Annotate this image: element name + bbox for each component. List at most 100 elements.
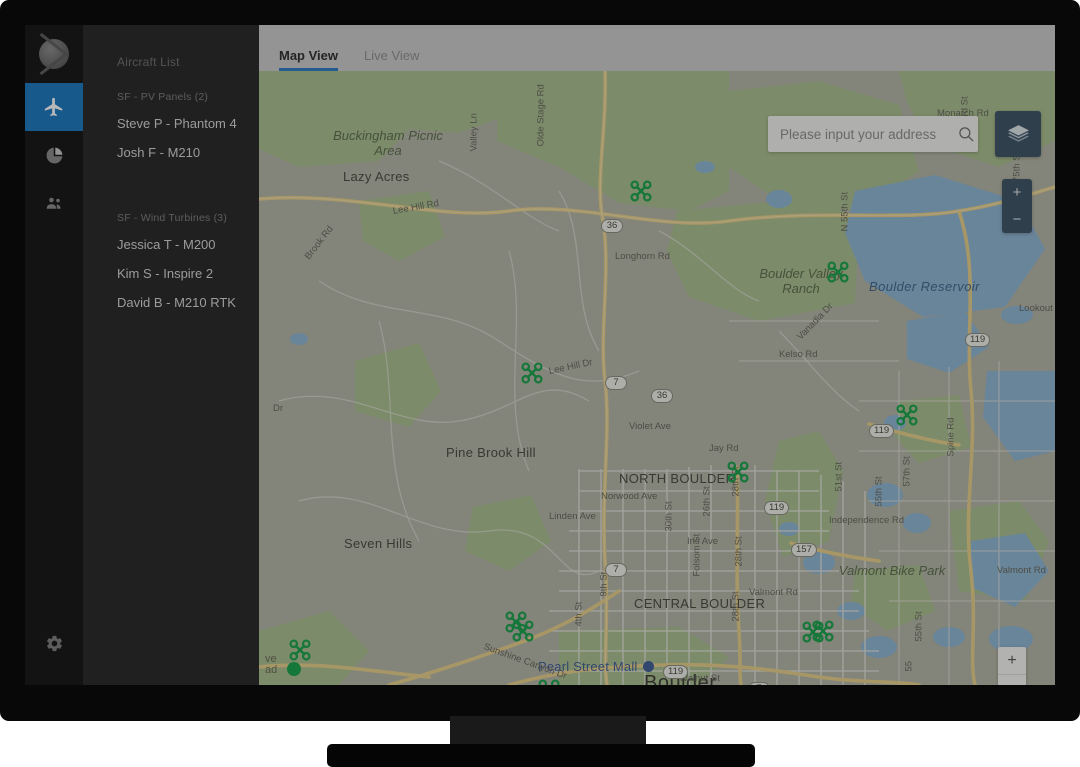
highway-shield: 119 (965, 333, 990, 347)
highway-shield: 36 (601, 219, 623, 233)
aircraft-list-item[interactable]: Jessica T - M200 (83, 224, 259, 253)
map-canvas (259, 71, 1055, 685)
drone-marker[interactable] (827, 261, 849, 283)
map-label: NORTH BOULDER (619, 471, 735, 486)
map-street-label: Spine Rd (946, 417, 957, 456)
airplane-icon (43, 96, 65, 118)
map-street-label: N 55th St (840, 192, 851, 232)
map-street-label: 51st St (834, 462, 845, 492)
search-input[interactable] (780, 127, 957, 142)
drone-icon (521, 362, 543, 384)
drone-marker[interactable] (896, 404, 918, 426)
zoom-out-button[interactable]: − (998, 675, 1026, 685)
highway-shield: 36 (651, 389, 673, 403)
tab-live-view[interactable]: Live View (364, 48, 419, 71)
drone-marker[interactable] (630, 180, 652, 202)
address-search-box[interactable] (768, 116, 978, 152)
monitor-stand-neck (450, 716, 646, 747)
rail-item-analytics[interactable] (25, 131, 83, 179)
attribution-drone-icon (287, 662, 301, 676)
aircraft-list-item[interactable]: Kim S - Inspire 2 (83, 253, 259, 282)
map-label: Buckingham Picnic Area (333, 129, 443, 159)
drone-marker[interactable] (812, 620, 834, 642)
map-street-label: Lookout Rd (1019, 303, 1055, 314)
highway-shield: 157 (791, 543, 817, 557)
map-label: Boulder Reservoir (869, 279, 980, 294)
highway-shield: 7 (605, 376, 627, 390)
aircraft-list-item[interactable]: Steve P - Phantom 4 (83, 103, 259, 132)
map-street-label: Valmont Rd (997, 565, 1046, 576)
map-street-label: Independence Rd (829, 515, 904, 526)
highway-shield: 119 (663, 665, 688, 679)
drone-marker[interactable] (538, 679, 560, 685)
map-street-label: Longhorn Rd (615, 251, 670, 262)
map-zoom-control-dark[interactable]: + − (1002, 179, 1032, 233)
monitor: Aircraft List SF - PV Panels (2) Steve P… (0, 0, 1080, 767)
map-label: Lazy Acres (343, 169, 410, 184)
rail-item-team[interactable] (25, 179, 83, 227)
map-street-label: 55th St (914, 611, 925, 641)
gear-icon (45, 634, 64, 653)
drone-icon (896, 404, 918, 426)
aircraft-list-title: Aircraft List (83, 25, 259, 69)
layers-icon (1006, 122, 1031, 147)
drone-icon (630, 180, 652, 202)
drone-icon (538, 679, 560, 685)
map-view[interactable]: Buckingham Picnic Area Lazy Acres Boulder … (259, 71, 1055, 685)
map-street-label: Violet Ave (629, 421, 671, 432)
main-content: Map View Live View (259, 25, 1055, 685)
screen: Aircraft List SF - PV Panels (2) Steve P… (25, 25, 1055, 685)
highway-shield: 119 (869, 424, 894, 438)
zoom-in-button[interactable]: + (1002, 179, 1032, 206)
map-street-label: 55th St (874, 476, 885, 506)
icon-rail (25, 25, 83, 685)
map-street-label: Kelso Rd (779, 349, 818, 360)
aircraft-list-panel: Aircraft List SF - PV Panels (2) Steve P… (83, 25, 259, 685)
aircraft-list-item[interactable]: David B - M210 RTK (83, 282, 259, 311)
map-street-label: Valmont Rd (749, 587, 798, 598)
search-icon[interactable] (957, 125, 975, 143)
app-logo[interactable] (25, 25, 83, 83)
map-zoom-control-light[interactable]: + − (998, 647, 1026, 685)
aircraft-list-item[interactable]: Josh F - M210 (83, 132, 259, 161)
drone-marker[interactable] (521, 362, 543, 384)
layers-button[interactable] (995, 111, 1041, 157)
map-street-label: 26th St (702, 486, 713, 516)
drone-icon (812, 620, 834, 642)
highway-shield: 7 (748, 682, 770, 685)
people-icon (44, 193, 65, 214)
map-label: Pine Brook Hill (446, 445, 536, 460)
map-street-label: Linden Ave (549, 511, 596, 522)
tab-bar: Map View Live View (259, 25, 1055, 71)
highway-shield: 119 (764, 501, 789, 515)
map-street-label: Jay Rd (709, 443, 739, 454)
map-street-label: Olde Stage Rd (536, 84, 547, 146)
pie-chart-icon (45, 146, 64, 165)
map-street-label: 57th St (902, 456, 913, 486)
aircraft-group-title: SF - PV Panels (2) (83, 91, 259, 103)
drone-icon (289, 639, 311, 661)
map-label: Seven Hills (344, 536, 412, 551)
map-label: CENTRAL BOULDER (634, 596, 765, 611)
zoom-out-button[interactable]: − (1002, 206, 1032, 233)
map-street-label: 55 (904, 661, 915, 672)
aircraft-group-title: SF - Wind Turbines (3) (83, 212, 259, 224)
rail-item-settings[interactable] (25, 619, 83, 667)
map-street-label: Folsom St (692, 534, 703, 577)
drone-marker[interactable] (512, 620, 534, 642)
map-street-label: Dr (273, 403, 283, 414)
drone-marker[interactable] (289, 639, 311, 661)
map-label: Valmont Bike Park (837, 564, 947, 579)
highway-shield: 7 (605, 563, 627, 577)
drone-icon (827, 261, 849, 283)
aircraft-group: SF - PV Panels (2) Steve P - Phantom 4 J… (83, 91, 259, 162)
drone-marker[interactable] (727, 461, 749, 483)
zoom-in-button[interactable]: + (998, 647, 1026, 675)
map-attribution: ve ad (265, 654, 277, 677)
rail-item-aircraft[interactable] (25, 83, 83, 131)
map-street-label: 28th St (731, 591, 742, 621)
map-street-label: 28th St (734, 536, 745, 566)
map-street-label: 4th St (574, 602, 585, 627)
monitor-stand-base (327, 744, 755, 767)
tab-map-view[interactable]: Map View (279, 48, 338, 71)
